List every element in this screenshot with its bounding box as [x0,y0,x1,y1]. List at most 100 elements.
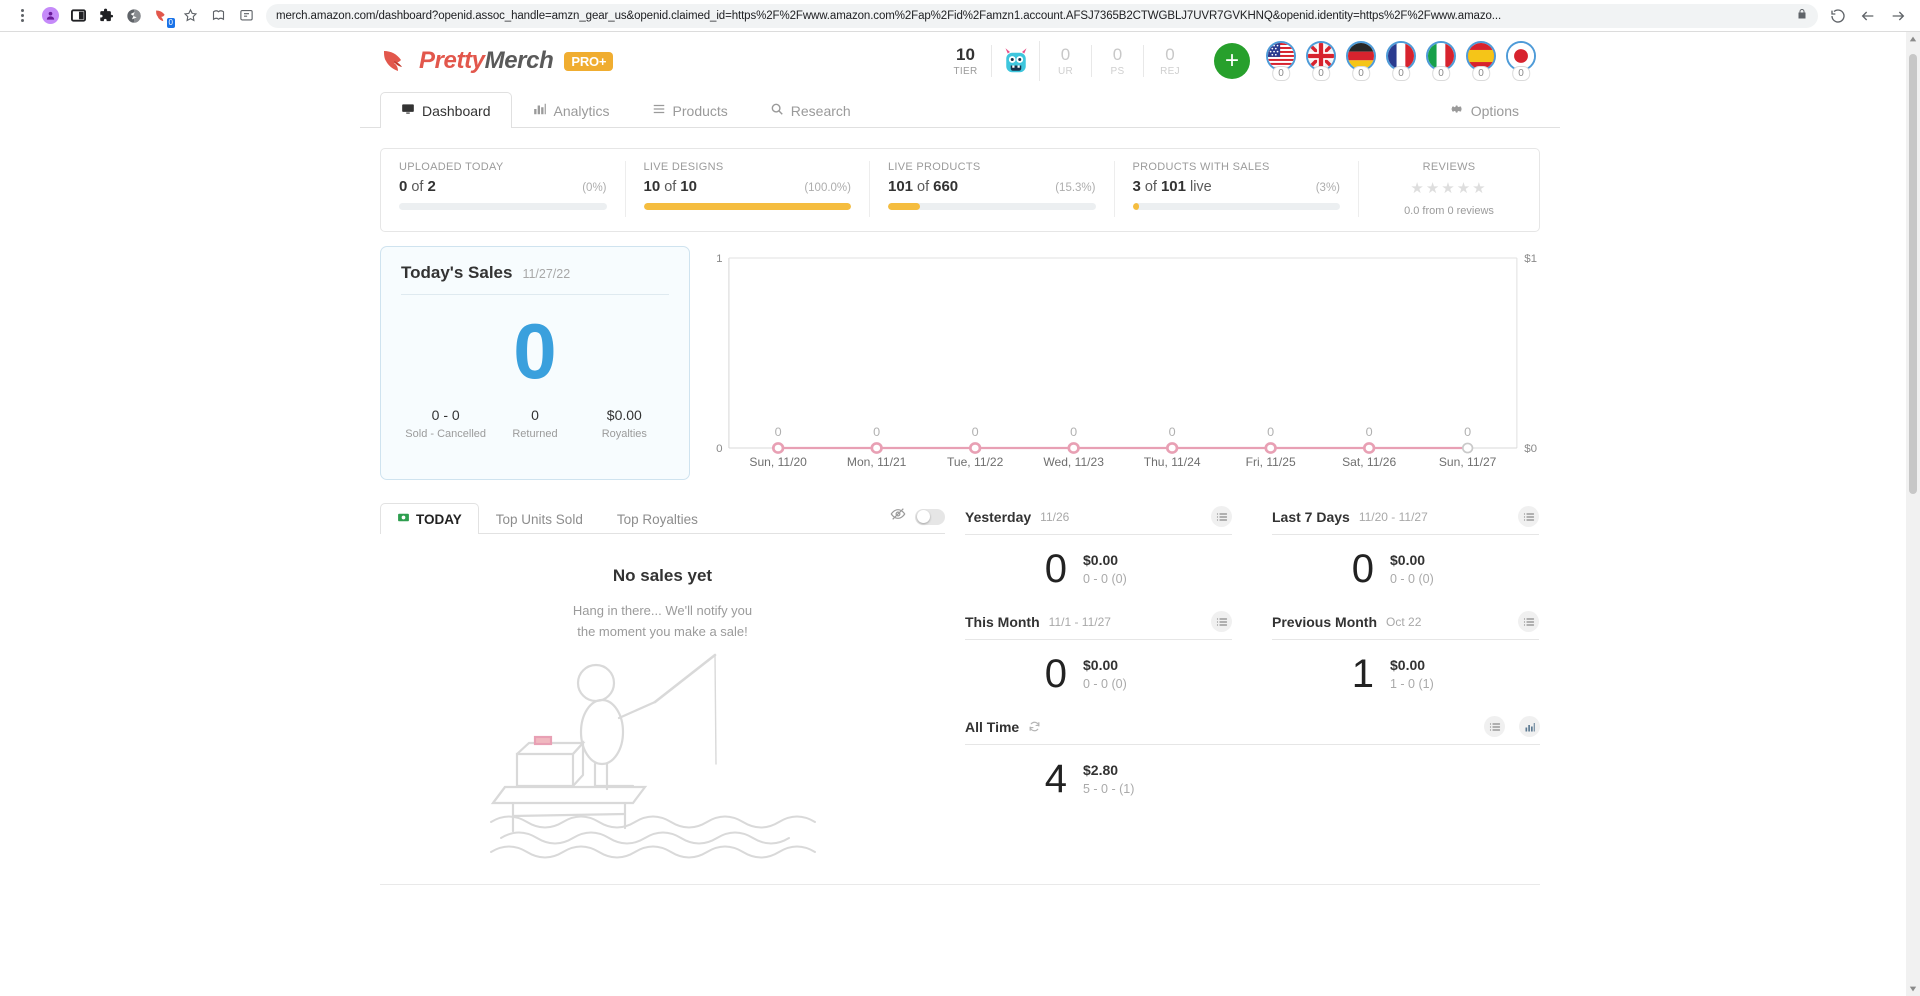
plus-icon: + [1224,47,1239,74]
subtab-top-units-sold[interactable]: Top Units Sold [479,504,600,534]
profile-avatar-icon[interactable] [36,2,64,30]
tab-products[interactable]: Products [631,92,749,128]
summary-previous-month-money: $0.00 [1390,657,1426,673]
summary-last-7-days-list-icon[interactable] [1518,506,1539,527]
forward-arrow-icon[interactable] [1884,2,1912,30]
tab-analytics[interactable]: Analytics [512,92,631,128]
summary-yesterday-money: $0.00 [1083,552,1119,568]
subtab-today[interactable]: TODAY [380,503,479,534]
address-bar[interactable]: merch.amazon.com/dashboard?openid.assoc_… [266,3,1818,28]
browser-toolbar: 0 merch.amazon.com/dashboard?openid.asso… [0,0,1920,32]
tab-options[interactable]: Options [1429,92,1540,128]
history-icon[interactable] [1824,2,1852,30]
main-tabs: Dashboard Analytics Products Research Op… [360,90,1560,128]
globe-extension-icon[interactable] [120,2,148,30]
summary-previous-month-list-icon[interactable] [1518,611,1539,632]
sales-chart[interactable]: 1 0 $1 $0 0 Sun, 11/20 0 Mon, 11/21 0 Tue, 11/22 0… [710,246,1540,480]
counter-rej-label: REJ [1160,66,1180,77]
flag-de[interactable]: 0 [1344,41,1378,81]
stat-uploaded-today-caption: UPLOADED TODAY [399,161,504,173]
prettymerch-extension-icon[interactable]: 0 [148,2,176,30]
hide-values-toggle[interactable] [915,508,945,525]
summary-all-time-chart-icon[interactable] [1519,716,1540,737]
summary-this-month-list-icon[interactable] [1211,611,1232,632]
svg-text:0: 0 [775,425,782,439]
stat-live-products-caption: LIVE PRODUCTS [888,161,981,173]
svg-text:0: 0 [972,425,979,439]
flag-it[interactable]: 0 [1424,41,1458,81]
refresh-icon[interactable] [1028,720,1041,733]
tier-counter[interactable]: 10 TIER [940,45,992,77]
scroll-up-arrow[interactable] [1906,32,1920,46]
counter-ps[interactable]: 0 PS [1092,45,1144,77]
flag-us[interactable]: 0 [1264,41,1298,81]
stat-uploaded-today-total: 2 [427,178,436,195]
svg-text:0: 0 [1267,425,1274,439]
svg-text:Sun, 11/20: Sun, 11/20 [749,456,807,469]
stat-reviews[interactable]: REVIEWS ★★★★★ 0.0 from 0 reviews [1359,161,1539,217]
tab-analytics-label: Analytics [553,102,610,119]
svg-text:Wed, 11/23: Wed, 11/23 [1043,456,1104,469]
scrollbar-thumb[interactable] [1909,54,1917,494]
todays-returned-value: 0 [531,407,539,423]
subtab-top-royalties[interactable]: Top Royalties [600,504,715,534]
reading-list-icon[interactable] [204,2,232,30]
counter-ps-value: 0 [1112,45,1123,64]
page-scrollbar[interactable] [1906,32,1920,996]
stat-products-with-sales-caption: PRODUCTS WITH SALES [1132,161,1270,173]
todays-sold-cancelled: 0 - 0 Sold - Cancelled [401,407,490,440]
kebab-menu-icon[interactable] [8,2,36,30]
flag-fr[interactable]: 0 [1384,41,1418,81]
flag-jp[interactable]: 0 [1504,41,1538,81]
page-action-icon[interactable] [232,2,260,30]
scroll-down-arrow[interactable] [1906,982,1920,996]
stat-live-designs[interactable]: LIVE DESIGNS 10 of 10 (100.0%) [626,161,870,217]
bird-logo-icon [384,51,402,71]
monster-avatar-icon[interactable] [992,41,1040,81]
flag-es-count: 0 [1472,66,1490,81]
app-logo[interactable]: PrettyMerch PRO+ [382,47,614,75]
summary-this-month-name: This Month [965,613,1040,630]
back-arrow-icon[interactable] [1854,2,1882,30]
bottom-divider [380,884,1540,885]
todays-sales-footer: 0 - 0 Sold - Cancelled 0 Returned $0.00 … [401,407,669,440]
summary-previous-month-detail: 1 - 0 (1) [1390,677,1434,691]
counter-ur[interactable]: 0 UR [1040,45,1092,77]
svg-text:0: 0 [1169,425,1176,439]
summary-yesterday-name: Yesterday [965,508,1032,525]
flag-us-count: 0 [1272,66,1290,81]
stat-products-with-sales-value: 3 [1132,178,1141,195]
hide-values-toggle-group[interactable] [890,506,945,533]
puzzle-piece-icon[interactable] [92,2,120,30]
eye-off-icon[interactable] [890,506,906,527]
summary-yesterday-list-icon[interactable] [1211,506,1232,527]
browser-nav-controls [1824,2,1912,30]
stat-uploaded-today[interactable]: UPLOADED TODAY 0 of 2 (0%) [381,161,626,217]
list-icon [652,102,666,119]
counter-rej[interactable]: 0 REJ [1144,45,1196,77]
summary-all-time-name: All Time [965,718,1020,735]
tab-research[interactable]: Research [749,92,872,128]
stat-reviews-summary: 0.0 from 0 reviews [1404,205,1494,217]
subtab-top-royalties-label: Top Royalties [616,512,698,527]
stat-products-with-sales[interactable]: PRODUCTS WITH SALES 3 of 101 live (3%) [1115,161,1359,217]
flag-es[interactable]: 0 [1464,41,1498,81]
summary-all-time-list-icon[interactable] [1484,716,1505,737]
svg-text:Tue, 11/22: Tue, 11/22 [947,456,1003,469]
subtab-today-label: TODAY [416,511,462,527]
stats-summary-strip: UPLOADED TODAY 0 of 2 (0%) LIVE DESIGNS … [380,148,1540,232]
tab-dashboard[interactable]: Dashboard [380,92,512,128]
add-new-button[interactable]: + [1214,43,1250,79]
side-panel-icon[interactable] [64,2,92,30]
flag-it-count: 0 [1432,66,1450,81]
bar-chart-icon [533,102,547,119]
star-bookmark-icon[interactable] [176,2,204,30]
flag-uk[interactable]: 0 [1304,41,1338,81]
summary-this-month: This Month 11/1 - 11/27 0 $0.00 0 - 0 (0… [965,607,1232,712]
stat-live-designs-caption: LIVE DESIGNS [643,161,724,173]
stat-uploaded-today-value: 0 [399,178,408,195]
stat-reviews-stars: ★★★★★ [1410,180,1488,197]
svg-text:Sun, 11/27: Sun, 11/27 [1439,456,1496,469]
stat-live-products[interactable]: LIVE PRODUCTS 101 of 660 (15.3%) [870,161,1115,217]
summary-this-month-detail: 0 - 0 (0) [1083,677,1127,691]
